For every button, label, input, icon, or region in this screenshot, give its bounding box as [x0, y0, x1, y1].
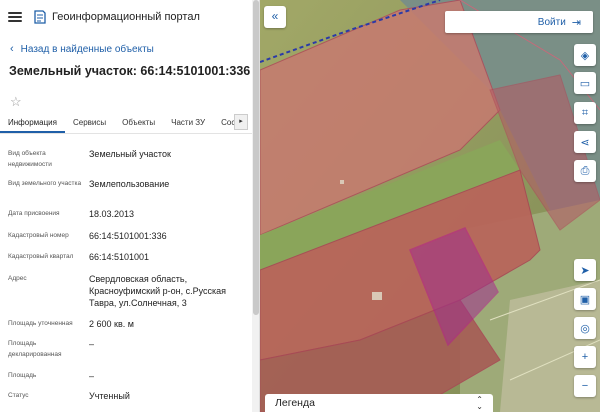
attribute-label: Адрес — [8, 275, 27, 282]
basemap-button[interactable]: ▣ — [574, 288, 596, 310]
map-view[interactable] — [260, 0, 600, 412]
attribute-value: Земельный участок — [89, 149, 171, 159]
ruler-button[interactable]: ▭ — [574, 72, 596, 94]
tab-objects[interactable]: Объекты — [114, 118, 163, 133]
print-button[interactable]: ⎙ — [574, 160, 596, 182]
legend-label: Легенда — [275, 397, 315, 409]
attribute-label: Площадь — [8, 372, 37, 379]
layers-icon: ◈ — [580, 49, 590, 62]
scrollbar-thumb[interactable] — [253, 0, 259, 315]
zoom-in-icon: + — [581, 351, 589, 363]
zoom-out-icon: − — [581, 380, 589, 392]
ruler-icon: ▭ — [579, 77, 591, 90]
attribute-label: Вид земельного участка — [8, 180, 82, 187]
chevron-left-icon: ‹ — [10, 43, 14, 55]
tab-services[interactable]: Сервисы — [65, 118, 114, 133]
login-label: Войти — [537, 16, 566, 28]
share-icon: ⋖ — [580, 136, 590, 149]
menu-icon[interactable] — [8, 12, 22, 22]
collapse-panel-button[interactable]: « — [264, 6, 286, 28]
portal-title: Геоинформационный портал — [52, 11, 200, 23]
legend-toggle[interactable]: Легенда ⌃ ⌄ — [265, 394, 493, 412]
search-location-icon: ◎ — [580, 322, 590, 335]
panel-scrollbar[interactable] — [252, 0, 259, 412]
attribute-value: 2 600 кв. м — [89, 319, 134, 329]
qr-scan-button[interactable]: ⌗ — [574, 102, 596, 124]
locate-icon: ➤ — [580, 264, 590, 277]
login-icon: ⇥ — [571, 16, 581, 29]
attribute-label: Статус — [8, 392, 29, 399]
attribute-value: 18.03.2013 — [89, 209, 135, 219]
back-link-label: Назад в найденные объекты — [20, 43, 154, 55]
attribute-label: Вид объекта недвижимости — [8, 150, 52, 168]
tabs-scroll-right-icon[interactable]: ▸ — [234, 114, 248, 130]
tab-bar: Информация Сервисы Объекты Части ЗУ Сост… — [0, 110, 252, 134]
attribute-label: Кадастровый номер — [8, 232, 69, 239]
tab-parts[interactable]: Части ЗУ — [163, 118, 213, 133]
locate-button[interactable]: ➤ — [574, 259, 596, 281]
attribute-label: Площадь уточненная — [8, 320, 73, 327]
portal-logo-icon — [34, 10, 46, 24]
attribute-label: Кадастровый квартал — [8, 253, 74, 260]
share-button[interactable]: ⋖ — [574, 131, 596, 153]
attribute-label: Дата присвоения — [8, 210, 60, 217]
attribute-value: Свердловская область, Красноуфимский р-о… — [89, 274, 227, 308]
expand-collapse-icon: ⌃ ⌄ — [476, 395, 483, 411]
info-panel: Геоинформационный портал ‹ Назад в найде… — [0, 0, 260, 412]
attribute-label: Площадь декларированная — [8, 340, 62, 358]
attribute-value: 66:14:5101001 — [89, 252, 150, 262]
attribute-value: – — [89, 339, 95, 349]
attribute-value: Учтенный — [89, 391, 130, 401]
attribute-value: 66:14:5101001:336 — [89, 231, 167, 241]
layers-button[interactable]: ◈ — [574, 44, 596, 66]
attribute-value: Землепользование — [89, 179, 170, 189]
zoom-out-button[interactable]: − — [574, 375, 596, 397]
attribute-value: – — [89, 371, 95, 381]
back-to-results-link[interactable]: ‹ Назад в найденные объекты — [0, 34, 259, 56]
login-button[interactable]: Войти ⇥ — [445, 11, 593, 33]
satellite-map[interactable] — [260, 0, 600, 412]
search-location-button[interactable]: ◎ — [574, 317, 596, 339]
object-title: Земельный участок: 66:14:5101001:336 — [9, 64, 251, 78]
basemap-icon: ▣ — [579, 293, 591, 306]
top-bar: Геоинформационный портал — [0, 0, 259, 34]
tab-info[interactable]: Информация — [0, 118, 65, 133]
qr-scan-icon: ⌗ — [581, 106, 589, 119]
print-icon: ⎙ — [580, 164, 590, 177]
favorite-star-icon[interactable]: ☆ — [10, 94, 26, 110]
zoom-in-button[interactable]: + — [574, 346, 596, 368]
